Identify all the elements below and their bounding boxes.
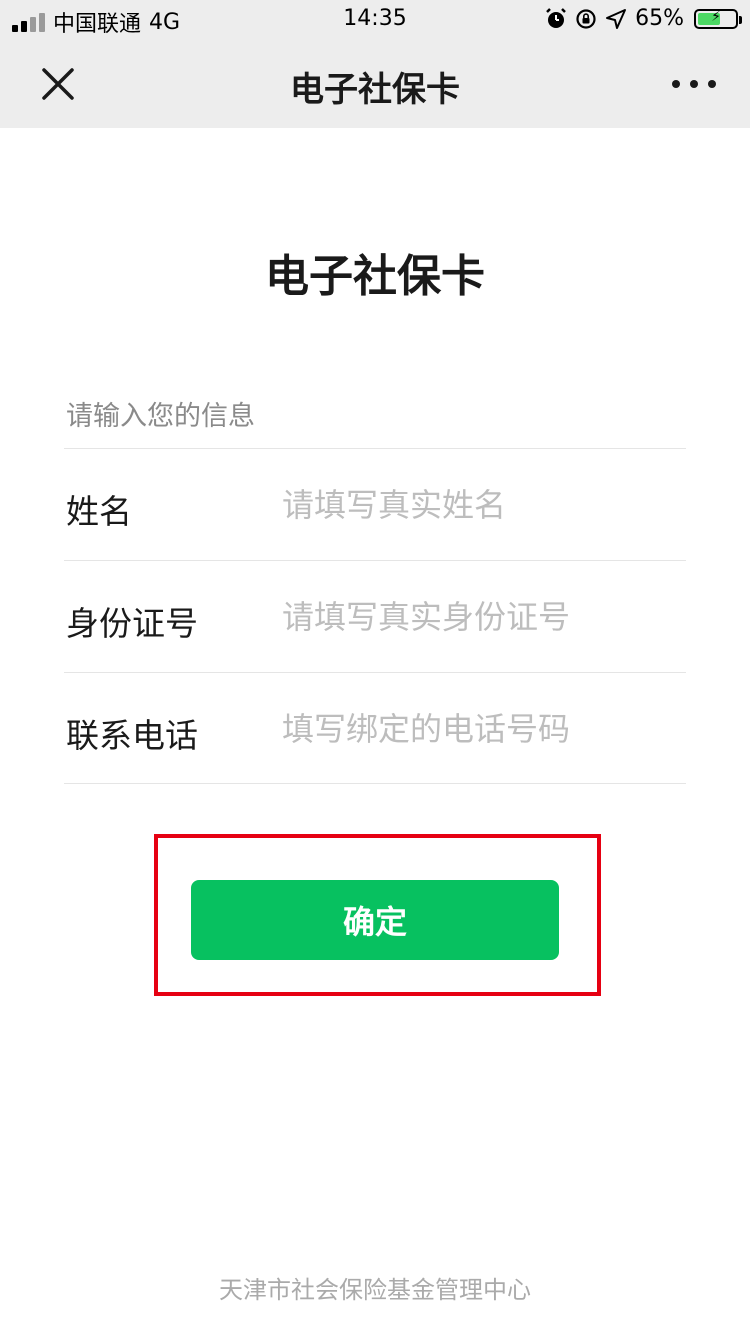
top-bar: 中国联通 4G 14:35 65% ⚡ 电子社保卡 xyxy=(0,0,750,128)
more-dot-icon xyxy=(708,80,716,88)
location-icon xyxy=(605,8,627,30)
form-row-name: 姓名 xyxy=(64,448,686,560)
phone-input[interactable] xyxy=(282,699,682,759)
more-button[interactable] xyxy=(672,70,716,98)
phone-label: 联系电话 xyxy=(66,716,198,755)
status-right: 65% ⚡ xyxy=(545,6,742,31)
footer-org: 天津市社会保险基金管理中心 xyxy=(219,1276,531,1304)
battery-percent: 65% xyxy=(635,6,684,31)
status-bar: 中国联通 4G 14:35 65% ⚡ xyxy=(0,0,750,40)
alarm-icon xyxy=(545,7,567,30)
charging-bolt-icon: ⚡ xyxy=(711,8,721,25)
section-label: 请输入您的信息 xyxy=(66,401,255,432)
page-title: 电子社保卡 xyxy=(265,251,485,302)
battery-icon: ⚡ xyxy=(694,8,742,29)
confirm-button[interactable]: 确定 xyxy=(191,880,559,960)
nav-bar: 电子社保卡 xyxy=(0,40,750,128)
name-input[interactable] xyxy=(282,475,682,535)
name-label: 姓名 xyxy=(66,492,132,531)
rotation-lock-icon xyxy=(575,8,597,30)
nav-title: 电子社保卡 xyxy=(290,70,460,110)
more-dot-icon xyxy=(690,80,698,88)
screen: 中国联通 4G 14:35 65% ⚡ 电子社保卡 电子社保卡 请输入您的信息 … xyxy=(0,0,750,1334)
id-number-label: 身份证号 xyxy=(66,604,198,643)
form-row-id-number: 身份证号 xyxy=(64,560,686,672)
id-number-input[interactable] xyxy=(282,587,682,647)
more-dot-icon xyxy=(672,80,680,88)
form-row-phone: 联系电话 xyxy=(64,672,686,784)
info-form: 姓名 身份证号 联系电话 xyxy=(64,448,686,784)
